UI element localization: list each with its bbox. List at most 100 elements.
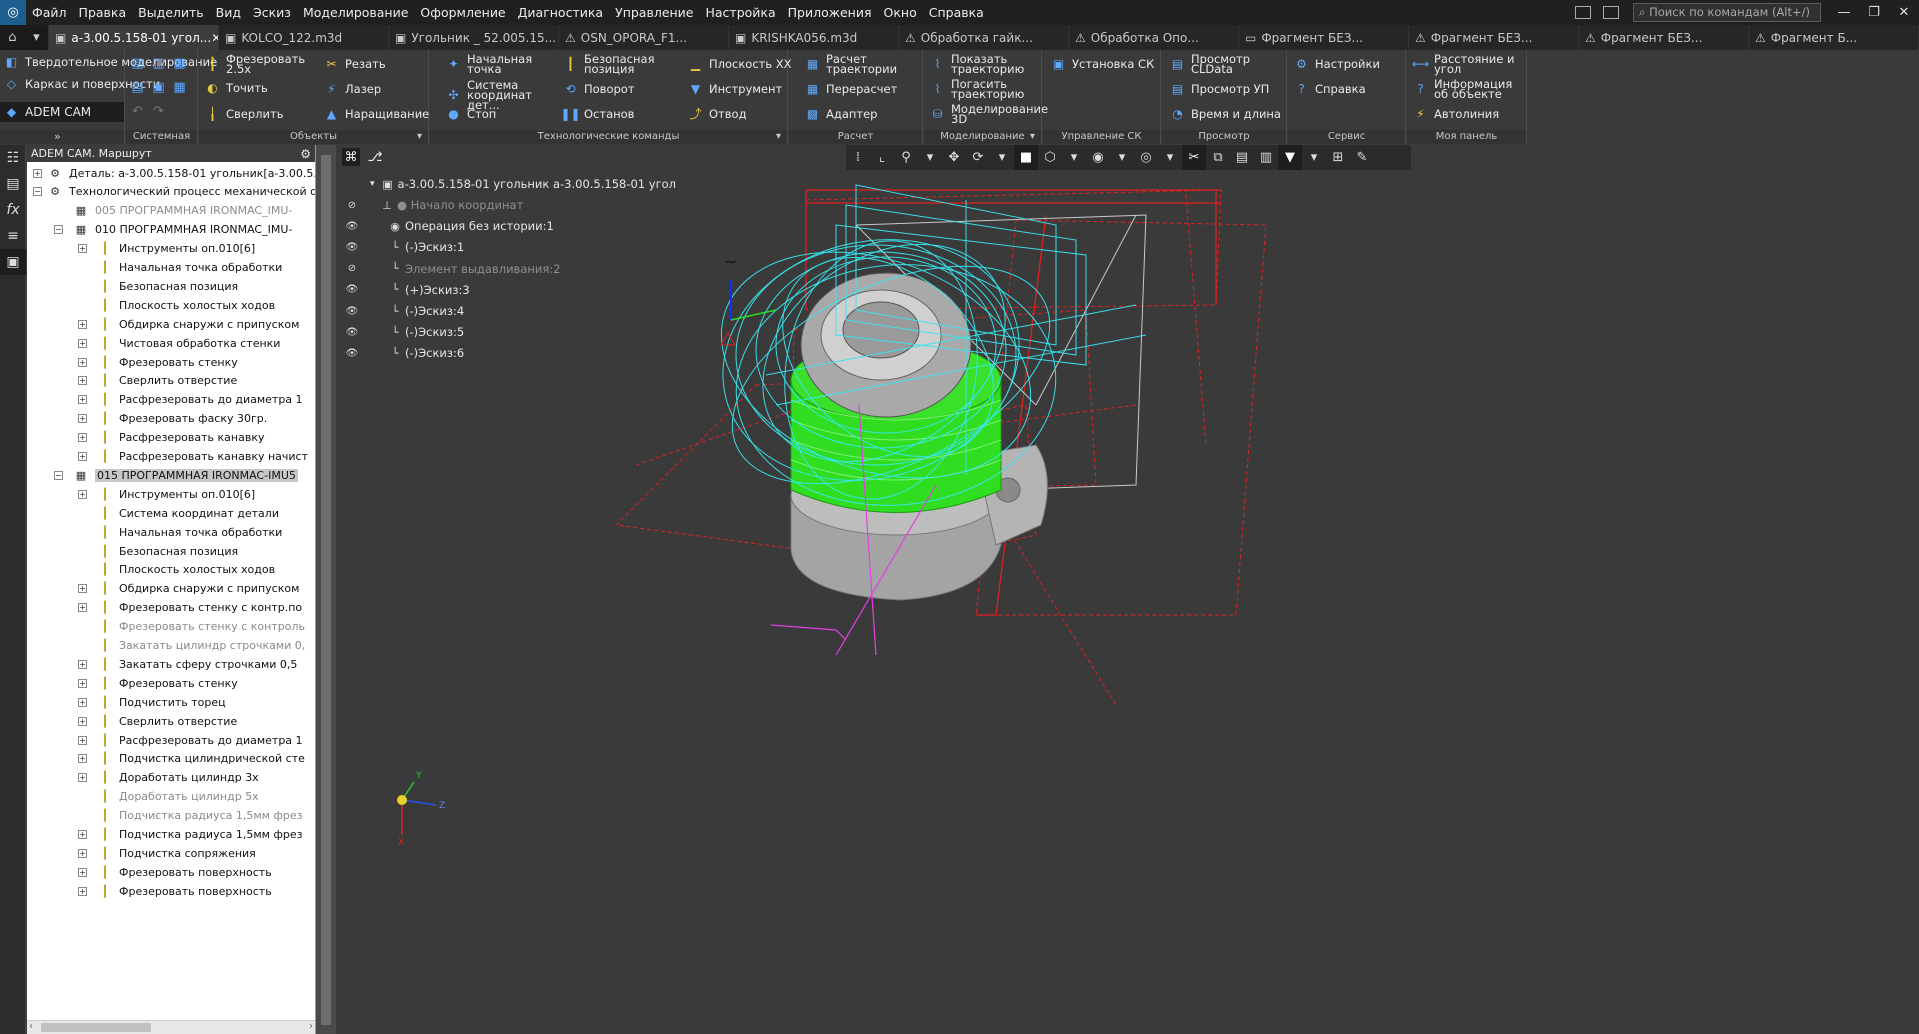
home-tab[interactable]: ⌂ ▾ (0, 25, 49, 50)
route-tree-row[interactable]: ┃ Безопасная позиция (27, 277, 315, 295)
3d-viewport[interactable]: ~ Z X Y ⌘ ⎇ ⁞ ⌞ ⚲ ▾ ✥ ⟳ ▾ ■ ⬡ ▾ ◉ ▾ ◎ ▾ … (336, 145, 1919, 1034)
expand-icon[interactable]: + (78, 735, 87, 745)
route-tree-row[interactable]: + ┃ Фрезеровать стенку (27, 353, 315, 371)
group-expand-icon[interactable]: ▾ (1030, 130, 1035, 144)
model-tree-item[interactable]: └ (-)Эскиз:1 (388, 237, 465, 257)
tab-close-icon[interactable]: ✕ (211, 31, 218, 45)
expand-icon[interactable]: + (78, 338, 87, 348)
tab-dropdown-icon[interactable]: ▾ (33, 30, 40, 45)
view-nc-button[interactable]: ▤ Просмотр УП (1170, 81, 1270, 96)
eye-icon[interactable]: 👁 (344, 284, 360, 296)
menu-file[interactable]: Файл (26, 5, 73, 20)
section-icon[interactable]: ✂ (1182, 145, 1206, 170)
route-tree-row[interactable]: + ┃ Закатать сферу строчками 0,5 (27, 655, 315, 673)
route-tree-row[interactable]: + ┃ Подчистить торец (27, 693, 315, 711)
menu-sketch[interactable]: Эскиз (247, 5, 297, 20)
menu-edit[interactable]: Правка (73, 5, 133, 20)
scroll-thumb[interactable] (321, 155, 331, 1025)
group-expand-icon[interactable]: ▾ (776, 130, 781, 144)
scroll-thumb[interactable] (41, 1023, 151, 1032)
copy-view-icon[interactable]: ⧉ (1206, 145, 1230, 170)
expand-icon[interactable]: + (78, 414, 87, 424)
tab-document-2[interactable]: ▣ KOLCO_122.m3d (219, 25, 389, 50)
expand-icon[interactable]: + (78, 433, 87, 443)
route-tree-row[interactable]: + ┃ Расфрезеровать канавку (27, 429, 315, 447)
zoom-icon[interactable]: ⚲ (894, 145, 918, 170)
expand-icon[interactable]: + (78, 319, 87, 329)
route-tree-row[interactable]: + ┃ Фрезеровать поверхность (27, 863, 315, 881)
model-tree-root[interactable]: ▾ ▣ а-3.00.5.158-01 угольник а-3.00.5.15… (370, 174, 676, 194)
tab-document-3[interactable]: ▣ Угольник _ 52.005.15... (389, 25, 559, 50)
rotate-view-icon[interactable]: ⟳ (966, 145, 990, 170)
expand-icon[interactable]: + (78, 886, 87, 896)
retract-button[interactable]: ⤴ Отвод (688, 106, 746, 121)
expand-icon[interactable]: + (78, 659, 87, 669)
adapter-button[interactable]: ▩ Адаптер (805, 106, 878, 121)
pan-icon[interactable]: ✥ (942, 145, 966, 170)
tab-document-8[interactable]: ▭ Фрагмент БЕЗ... (1239, 25, 1409, 50)
collapse-icon[interactable]: − (54, 225, 63, 235)
route-tree-row[interactable]: + ┃ Фрезеровать стенку с контр.по (27, 599, 315, 617)
properties-icon[interactable]: ▤ (0, 171, 26, 197)
model-tree-toggle-icon[interactable]: ⌘ (342, 148, 360, 166)
route-tree-row[interactable]: + ┃ Подчистка сопряжения (27, 844, 315, 862)
ribbon-collapse-icon[interactable]: » (0, 130, 124, 144)
open-folder-icon[interactable]: ▥ (151, 56, 166, 71)
expand-icon[interactable]: + (78, 867, 87, 877)
hide-dropdown-icon[interactable]: ▾ (1110, 145, 1134, 170)
route-tree-row[interactable]: ┃ Фрезеровать стенку с контроль (27, 618, 315, 636)
expand-icon[interactable]: + (33, 168, 42, 178)
menu-applications[interactable]: Приложения (782, 5, 878, 20)
route-tree-row[interactable]: + ┃ Расфрезеровать до диаметра 1 (27, 391, 315, 409)
route-tree-row[interactable]: ┃ Закатать цилиндр строчками 0, (27, 637, 315, 655)
menu-help[interactable]: Справка (923, 5, 990, 20)
route-tree-row[interactable]: + ┃ Фрезеровать стенку (27, 674, 315, 692)
route-tree-row[interactable]: + ┃ Расфрезеровать канавку начист (27, 448, 315, 466)
route-tree-row[interactable]: + ┃ Фрезеровать фаску 30гр. (27, 410, 315, 428)
eye-icon[interactable]: 👁 (344, 305, 360, 317)
settings-button[interactable]: ⚙ Настройки (1294, 56, 1380, 71)
panel-settings-icon[interactable]: ⚙ (300, 147, 311, 161)
route-tree-row[interactable]: + ┃ Инструменты оп.010[6] (27, 240, 315, 258)
route-tree-row[interactable]: + ┃ Подчистка радиуса 1,5мм фрез (27, 826, 315, 844)
object-info-button[interactable]: ? Информация об объекте (1413, 78, 1524, 100)
route-tree-row[interactable]: ┃ Начальная точка обработки (27, 259, 315, 277)
calc-trajectory-button[interactable]: ▦ Расчет траектории (805, 53, 906, 75)
tab-document-5[interactable]: ▣ KRISHKA056.m3d (729, 25, 899, 50)
expand-icon[interactable]: + (78, 678, 87, 688)
display-dropdown-icon[interactable]: ▾ (1158, 145, 1182, 170)
model-tree-item[interactable]: └ (-)Эскиз:5 (388, 322, 465, 342)
route-tree-row[interactable]: + ┃ Подчистка цилиндрической сте (27, 750, 315, 768)
collapse-arrow-icon[interactable]: ▾ (370, 179, 375, 189)
modeling-3d-button[interactable]: ⛁ Моделирование 3D (930, 103, 1048, 125)
route-tree-row[interactable]: + ⚙ Деталь: а-3.00.5.158-01 угольник[а-3.0… (27, 164, 315, 182)
drill-button[interactable]: ╽ Сверлить (205, 106, 284, 121)
model-tree-item[interactable]: ⊥ ● Начало координат (380, 195, 523, 215)
eye-icon[interactable]: 👁 (344, 326, 360, 338)
time-length-button[interactable]: ◔ Время и длина (1170, 106, 1281, 121)
model-tree-item[interactable]: └ Элемент выдавливания:2 (388, 259, 561, 279)
route-tree-row[interactable]: + ┃ Чистовая обработка стенки (27, 334, 315, 352)
route-tree-row[interactable]: − ⚙ Технологический процесс механической о… (27, 183, 315, 201)
route-tree-row[interactable]: ┃ Начальная точка обработки (27, 523, 315, 541)
undo-icon[interactable]: ↶ (130, 104, 145, 119)
expand-icon[interactable]: + (78, 716, 87, 726)
route-tree-row[interactable]: ┃ Безопасная позиция (27, 542, 315, 560)
snap-icon[interactable]: ⊞ (1326, 145, 1350, 170)
orientation-dropdown-icon[interactable]: ▾ (1062, 145, 1086, 170)
turn-button[interactable]: ◐ Точить (205, 80, 268, 95)
eye-hidden-icon[interactable]: ⊘ (344, 199, 360, 211)
tab-document-7[interactable]: ⚠ Обработка Опо... (1069, 25, 1239, 50)
additive-button[interactable]: ▲ Наращивание (324, 106, 429, 121)
filter-icon[interactable]: ▼ (1278, 145, 1302, 170)
route-tree-row[interactable]: + ┃ Инструменты оп.010[6] (27, 485, 315, 503)
route-tree-row[interactable]: + ┃ Расфрезеровать до диаметра 1 (27, 731, 315, 749)
route-tree-row[interactable]: + ┃ Обдирка снаружи с припуском (27, 315, 315, 333)
model-tree-item[interactable]: └ (-)Эскиз:6 (388, 343, 465, 363)
rotate-button[interactable]: ⟲ Поворот (563, 81, 634, 96)
tab-document-9[interactable]: ⚠ Фрагмент БЕЗ... (1409, 25, 1579, 50)
laser-button[interactable]: ⚡ Лазер (324, 81, 381, 96)
expand-icon[interactable]: + (78, 244, 87, 254)
route-tree-row[interactable]: ┃ Плоскость холостых ходов (27, 296, 315, 314)
route-tree-row[interactable]: ┃ Подчистка радиуса 1,5мм фрез (27, 807, 315, 825)
